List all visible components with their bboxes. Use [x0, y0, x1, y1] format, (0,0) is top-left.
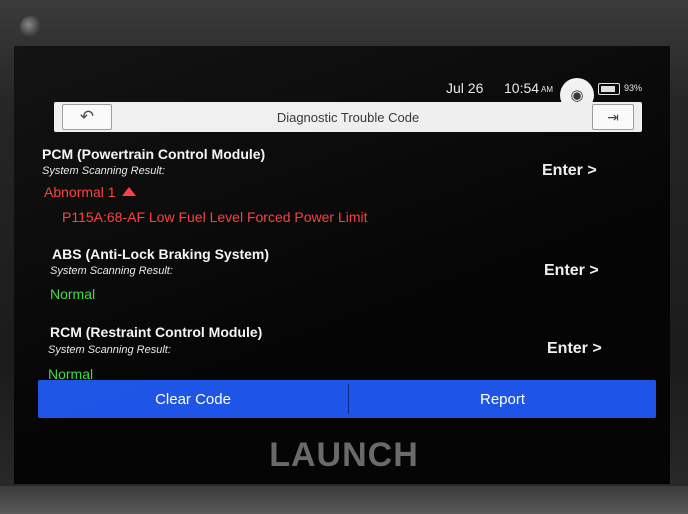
status-time: 10:54 — [504, 80, 540, 96]
status-text: Abnormal 1 — [44, 184, 116, 200]
exit-icon: ⇥ — [607, 108, 619, 125]
page-title: Diagnostic Trouble Code — [276, 110, 420, 125]
module-name: RCM (Restraint Control Module) — [50, 324, 263, 340]
scan-tool-device: Jul 26 10:54 AM ◉ 93% ↶ Diagnostic Troub… — [0, 0, 688, 514]
status-abnormal: Abnormal 1 — [44, 184, 136, 200]
status-ampm: AM — [541, 85, 553, 94]
status-bar: Jul 26 10:54 AM ◉ 93% — [14, 78, 670, 112]
enter-button[interactable]: Enter > — [544, 262, 599, 280]
screen: Jul 26 10:54 AM ◉ 93% ↶ Diagnostic Troub… — [14, 46, 670, 484]
battery-percent: 93% — [624, 83, 643, 93]
enter-button[interactable]: Enter > — [547, 340, 602, 358]
scan-result-label: System Scanning Result: — [42, 165, 165, 177]
clear-code-button[interactable]: Clear Code — [38, 380, 348, 418]
title-bar: ↶ Diagnostic Trouble Code ⇥ — [54, 102, 642, 132]
report-button[interactable]: Report — [349, 380, 656, 418]
dtc-description: P115A:68-AF Low Fuel Level Forced Power … — [62, 209, 368, 225]
enter-button[interactable]: Enter > — [542, 162, 597, 180]
module-name: ABS (Anti-Lock Braking System) — [52, 246, 270, 262]
expand-triangle-icon[interactable] — [121, 186, 136, 196]
module-name: PCM (Powertrain Control Module) — [42, 146, 266, 162]
status-date: Jul 26 — [446, 80, 484, 96]
device-camera-lens — [20, 16, 42, 38]
scan-result-label: System Scanning Result: — [50, 265, 173, 277]
status-normal: Normal — [50, 286, 96, 302]
exit-button[interactable]: ⇥ — [592, 104, 634, 130]
scan-result-label: System Scanning Result: — [48, 344, 171, 356]
brand-logo: LAUNCH — [269, 436, 419, 474]
battery-icon — [598, 83, 620, 95]
bottom-button-bar: Clear Code Report — [38, 380, 656, 418]
